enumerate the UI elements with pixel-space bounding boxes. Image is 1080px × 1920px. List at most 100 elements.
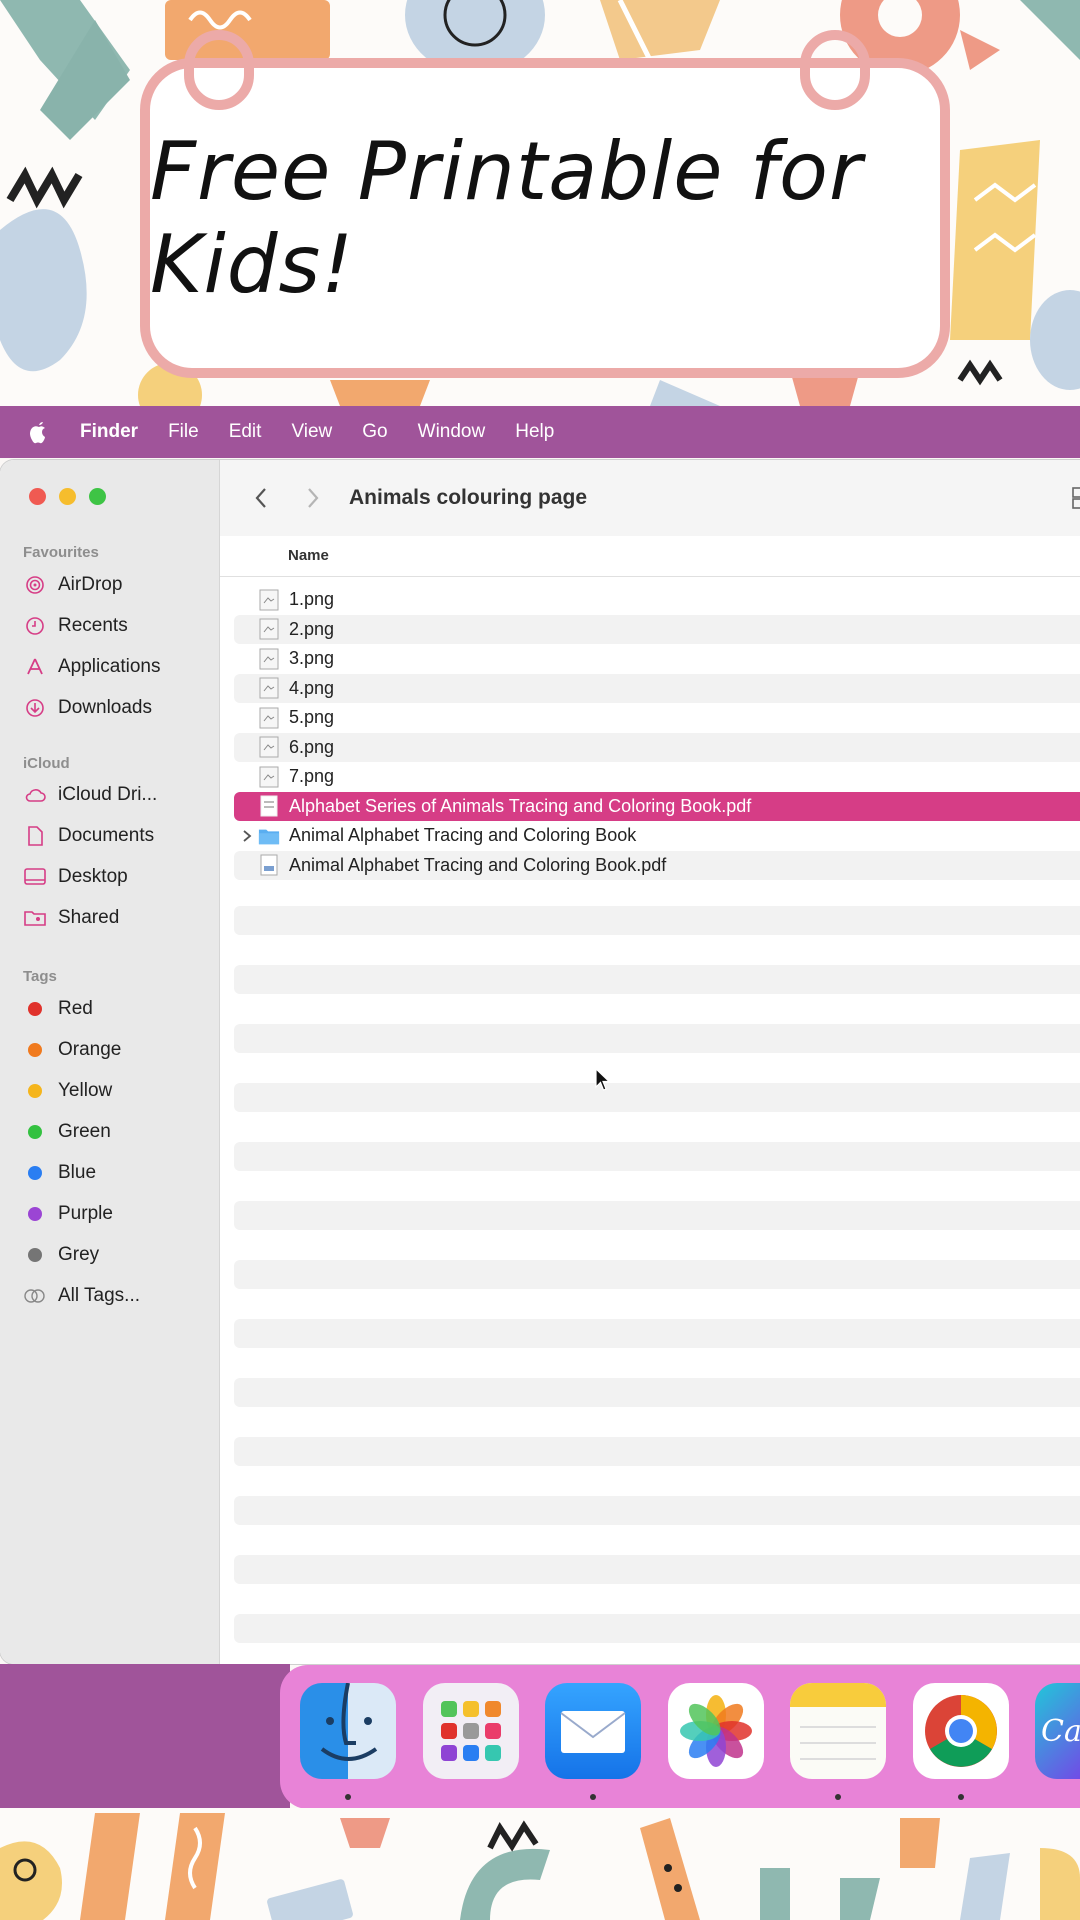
sidebar-item-applications[interactable]: Applications	[24, 652, 160, 682]
running-indicator	[590, 1794, 596, 1800]
file-list: 1.png 2.png 3.png 4.png 5.png 6.png 7.pn…	[234, 585, 1080, 880]
sidebar-item-icloud-drive[interactable]: iCloud Dri...	[24, 780, 157, 810]
all-tags-icon	[24, 1285, 46, 1307]
file-name: 6.png	[289, 736, 335, 757]
launchpad-icon[interactable]	[423, 1683, 519, 1779]
sidebar-item-label: Shared	[58, 907, 120, 928]
sidebar-item-shared[interactable]: Shared	[24, 903, 119, 933]
window-title: Animals colouring page	[349, 486, 588, 509]
sidebar-item-label: Desktop	[58, 866, 128, 887]
file-row-2-png[interactable]: 2.png	[234, 614, 1080, 644]
file-row-1-png[interactable]: 1.png	[234, 585, 1080, 615]
image-file-icon	[258, 766, 280, 788]
toolbar: Animals colouring page	[220, 460, 1080, 537]
sidebar-item-airdrop[interactable]: AirDrop	[24, 570, 122, 600]
sidebar-tag-blue[interactable]: Blue	[24, 1158, 96, 1188]
banner-ribbon-loop-left	[184, 30, 254, 110]
file-name: 1.png	[289, 589, 335, 610]
grey-tag-dot-icon	[28, 1248, 42, 1262]
banner-title: Free Printable for Kids!	[150, 125, 863, 311]
apple-logo-icon[interactable]	[28, 420, 50, 444]
photos-icon[interactable]	[668, 1683, 764, 1779]
minimize-window-button[interactable]	[59, 488, 76, 505]
sidebar-all-tags[interactable]: All Tags...	[24, 1281, 140, 1311]
file-name: 7.png	[289, 766, 335, 787]
file-name: Animal Alphabet Tracing and Coloring Boo…	[289, 825, 637, 846]
sidebar-item-label: Recents	[58, 615, 128, 636]
menu-file[interactable]: File	[168, 421, 199, 443]
running-indicator	[345, 1794, 351, 1800]
running-indicator	[835, 1794, 841, 1800]
sidebar-item-label: Red	[58, 998, 93, 1019]
document-icon	[24, 825, 46, 847]
sidebar-item-label: Grey	[58, 1244, 100, 1265]
image-file-icon	[258, 589, 280, 611]
menu-view[interactable]: View	[291, 421, 332, 443]
yellow-tag-dot-icon	[28, 1084, 42, 1098]
file-row-animal-alphabet-pdf[interactable]: Animal Alphabet Tracing and Coloring Boo…	[234, 850, 1080, 880]
sidebar-item-label: Yellow	[58, 1080, 113, 1101]
running-indicator	[958, 1794, 964, 1800]
zoom-window-button[interactable]	[89, 488, 106, 505]
sidebar-heading-icloud: iCloud	[23, 755, 70, 772]
sidebar-item-label: AirDrop	[58, 574, 123, 595]
canva-label: Ca	[1041, 1713, 1080, 1749]
sidebar-item-documents[interactable]: Documents	[24, 821, 154, 851]
chrome-icon[interactable]	[913, 1683, 1009, 1779]
chevron-right-icon	[308, 488, 319, 508]
sidebar-tag-grey[interactable]: Grey	[24, 1240, 99, 1270]
view-options-icon[interactable]	[1072, 486, 1080, 515]
file-browser: Animals colouring page Name 1.png 2.png	[220, 460, 1080, 1664]
menu-finder[interactable]: Finder	[80, 421, 138, 443]
sidebar-item-downloads[interactable]: Downloads	[24, 693, 152, 723]
cloud-icon	[24, 784, 46, 806]
notes-icon[interactable]	[790, 1683, 886, 1779]
green-tag-dot-icon	[28, 1125, 42, 1139]
file-row-7-png[interactable]: 7.png	[234, 762, 1080, 792]
close-window-button[interactable]	[29, 488, 46, 505]
canva-icon[interactable]: Ca	[1035, 1683, 1080, 1779]
sidebar-tag-yellow[interactable]: Yellow	[24, 1076, 112, 1106]
sidebar-tag-green[interactable]: Green	[24, 1117, 111, 1147]
dock: Ca	[280, 1665, 1080, 1809]
sidebar-tag-red[interactable]: Red	[24, 994, 93, 1024]
mail-icon[interactable]	[545, 1683, 641, 1779]
sidebar-item-label: Purple	[58, 1203, 113, 1224]
download-icon	[24, 697, 46, 719]
menu-bar: Finder File Edit View Go Window Help	[0, 406, 1080, 458]
file-name: 2.png	[289, 618, 335, 639]
back-button[interactable]	[248, 484, 274, 512]
file-row-6-png[interactable]: 6.png	[234, 732, 1080, 762]
name-column-header[interactable]: Name	[288, 547, 329, 564]
menu-window[interactable]: Window	[418, 421, 486, 443]
chevron-left-icon	[255, 488, 266, 508]
purple-tag-dot-icon	[28, 1207, 42, 1221]
image-file-icon	[258, 707, 280, 729]
menu-edit[interactable]: Edit	[229, 421, 262, 443]
file-row-alphabet-series-pdf-selected[interactable]: Alphabet Series of Animals Tracing and C…	[234, 791, 1080, 821]
clock-icon	[24, 615, 46, 637]
menu-help[interactable]: Help	[515, 421, 554, 443]
decorative-background-bottom	[0, 1808, 1080, 1920]
folder-row-animal-alphabet[interactable]: Animal Alphabet Tracing and Coloring Boo…	[234, 821, 1080, 851]
file-row-3-png[interactable]: 3.png	[234, 644, 1080, 674]
banner-ribbon-loop-right	[800, 30, 870, 110]
disclosure-chevron-right-icon[interactable]	[238, 829, 256, 843]
sidebar-tag-orange[interactable]: Orange	[24, 1035, 121, 1065]
alphabet-doodle-background	[0, 1813, 1080, 1920]
sidebar-item-recents[interactable]: Recents	[24, 611, 128, 641]
menu-go[interactable]: Go	[362, 421, 387, 443]
finder-window: Favourites AirDrop Recents Applications …	[0, 460, 1080, 1664]
blue-tag-dot-icon	[28, 1166, 42, 1180]
forward-button[interactable]	[300, 484, 326, 512]
sidebar-item-label: Orange	[58, 1039, 122, 1060]
sidebar-item-label: Green	[58, 1121, 111, 1142]
file-name: Animal Alphabet Tracing and Coloring Boo…	[289, 854, 667, 875]
file-name: Alphabet Series of Animals Tracing and C…	[289, 795, 752, 816]
file-row-5-png[interactable]: 5.png	[234, 703, 1080, 733]
finder-icon[interactable]	[300, 1683, 396, 1779]
sidebar-item-desktop[interactable]: Desktop	[24, 862, 128, 892]
sidebar-tag-purple[interactable]: Purple	[24, 1199, 113, 1229]
file-name: 3.png	[289, 648, 335, 669]
file-row-4-png[interactable]: 4.png	[234, 673, 1080, 703]
